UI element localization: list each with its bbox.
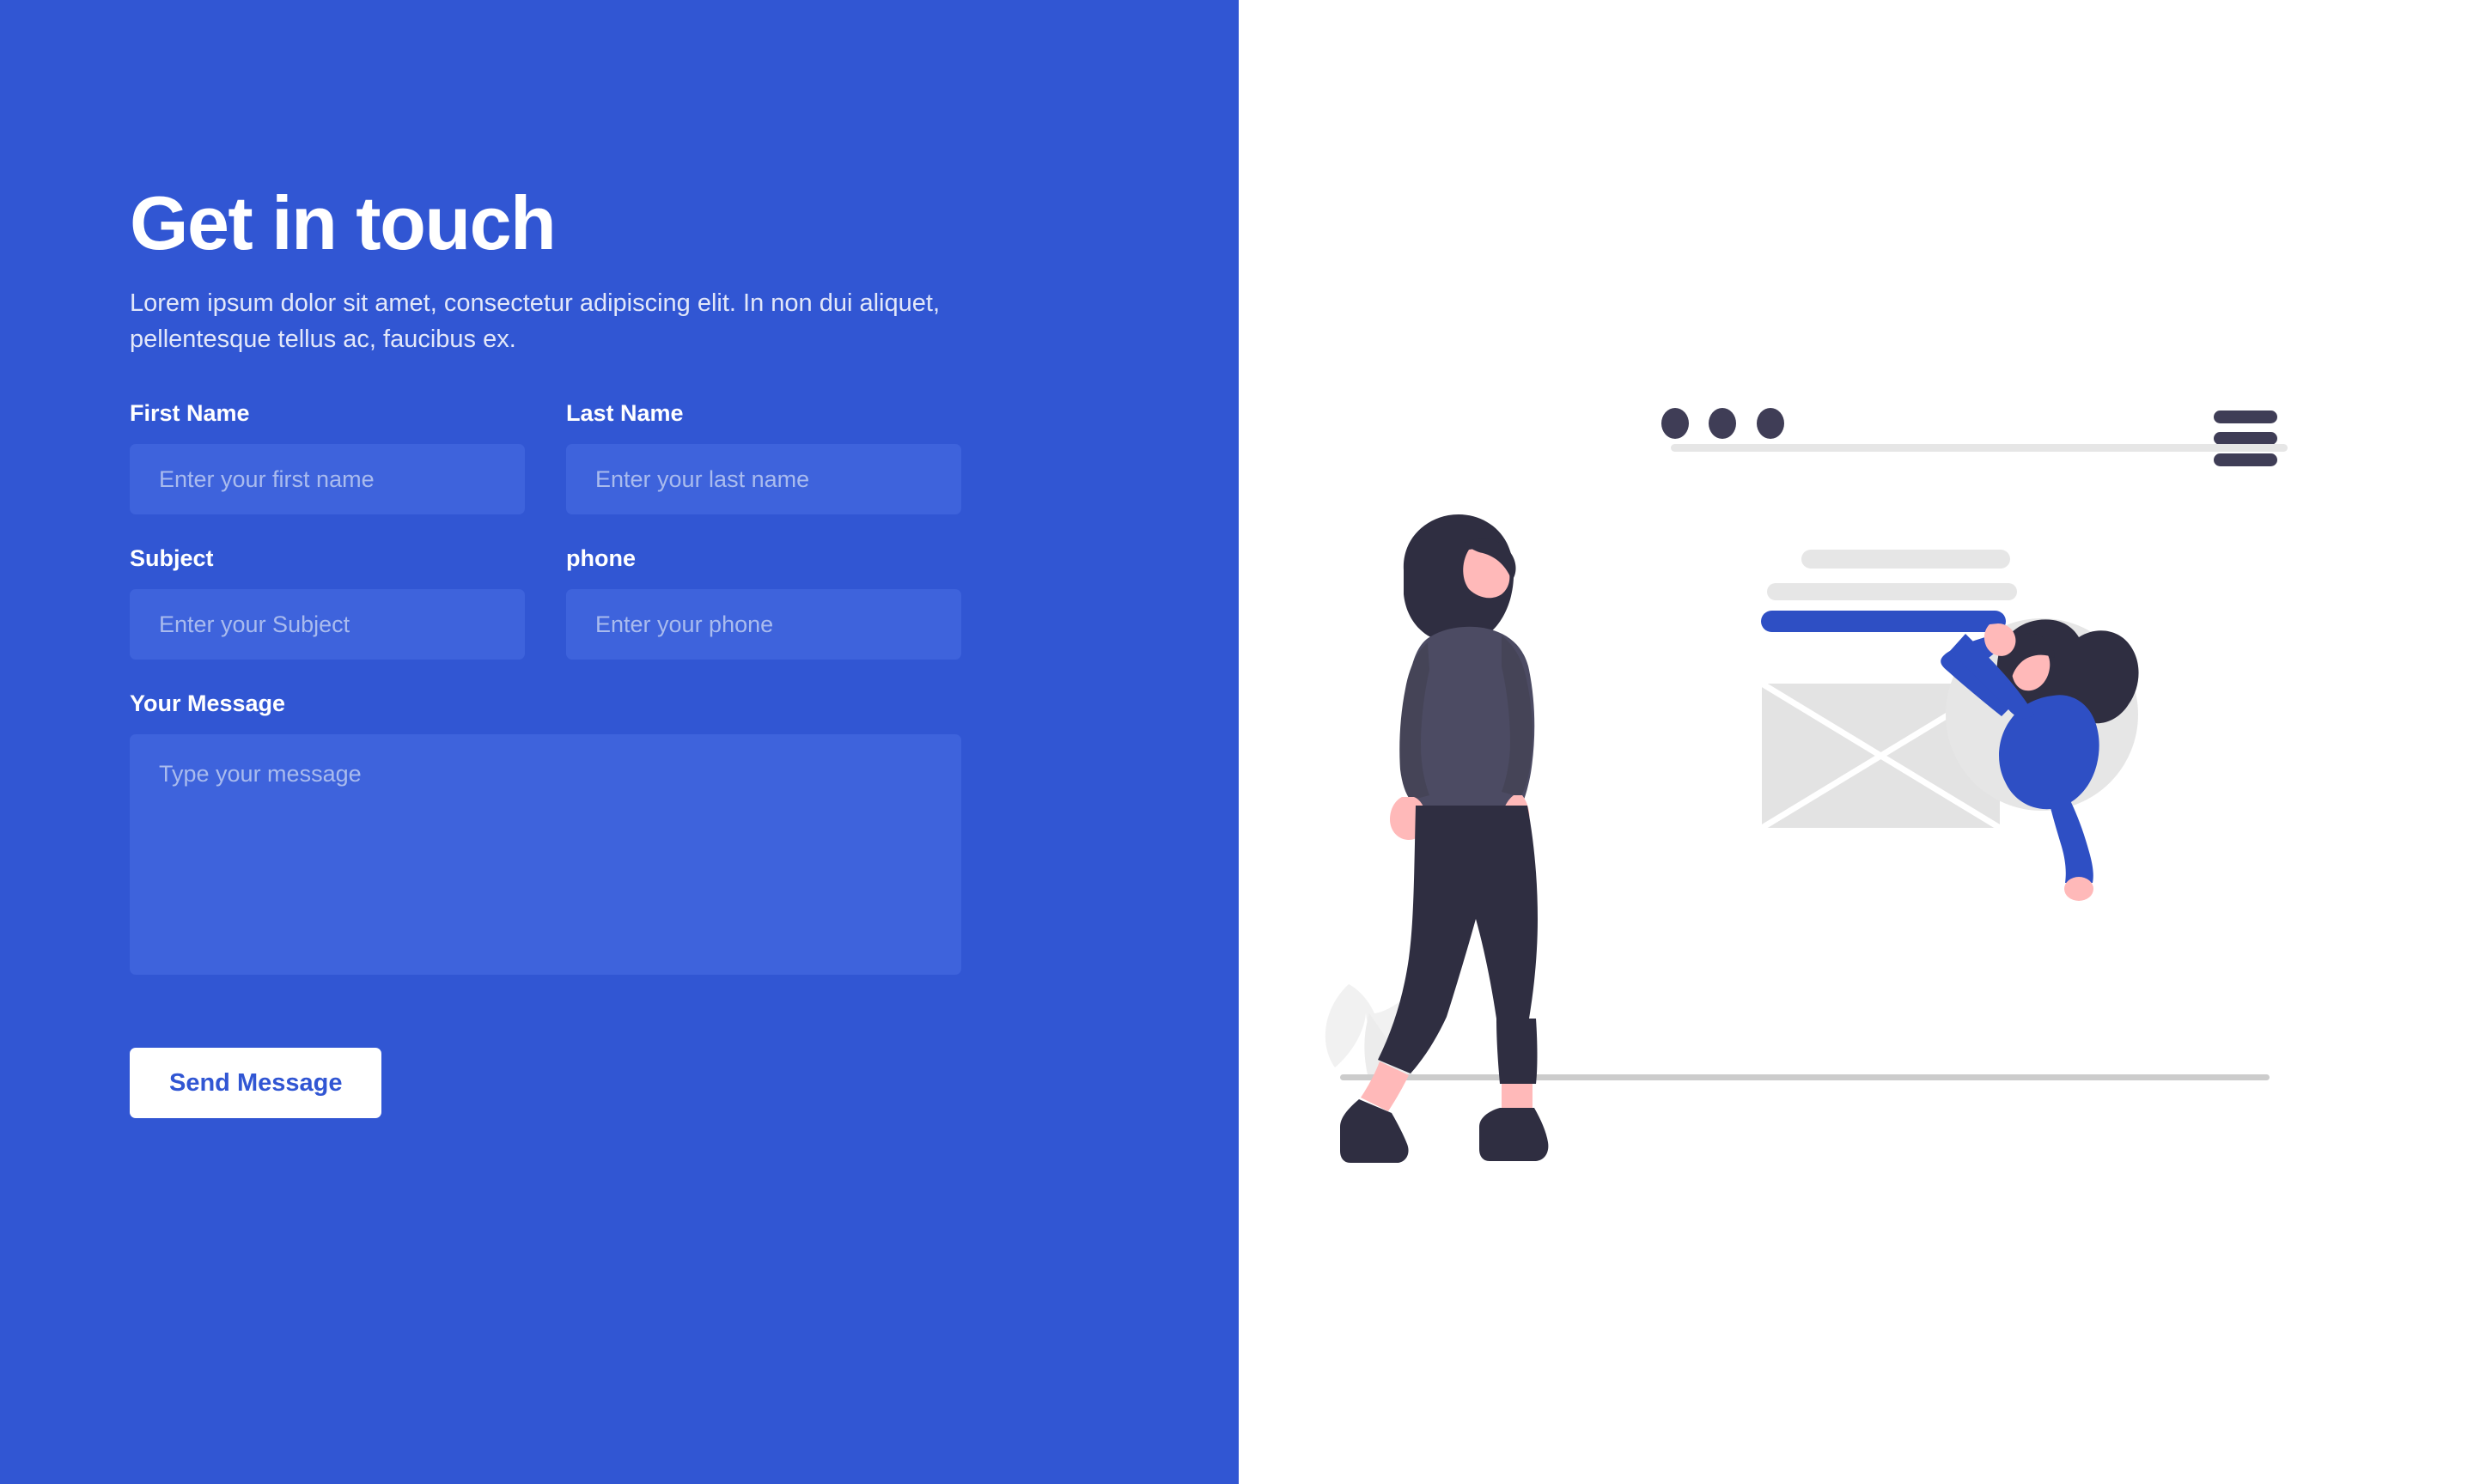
browser-mock-content bbox=[1761, 550, 2017, 632]
ground-line bbox=[1340, 1074, 2270, 1080]
last-name-input[interactable] bbox=[566, 444, 961, 515]
reaching-woman-figure bbox=[1941, 618, 2139, 901]
field-phone: phone bbox=[566, 545, 961, 660]
gray-bar-long bbox=[1767, 583, 2017, 600]
page-title: Get in touch bbox=[130, 180, 557, 265]
field-message: Your Message bbox=[130, 690, 961, 979]
window-dot-1 bbox=[1661, 408, 1689, 439]
walking-woman-boot-front bbox=[1340, 1099, 1409, 1163]
reaching-woman-foot bbox=[2064, 877, 2093, 901]
phone-label: phone bbox=[566, 545, 636, 572]
walking-woman-boot-back bbox=[1479, 1108, 1549, 1161]
gray-bar-short bbox=[1801, 550, 2010, 569]
field-subject: Subject bbox=[130, 545, 525, 660]
page-subtitle: Lorem ipsum dolor sit amet, consectetur … bbox=[130, 289, 940, 354]
field-first-name: First Name bbox=[130, 400, 525, 515]
browser-mock-header bbox=[1661, 408, 2288, 466]
subject-label: Subject bbox=[130, 545, 214, 572]
hamburger-icon[interactable] bbox=[2214, 411, 2277, 466]
send-message-button[interactable]: Send Message bbox=[130, 1048, 382, 1119]
contact-form-panel: Get in touch Lorem ipsum dolor sit amet,… bbox=[0, 0, 1239, 1484]
window-dot-2 bbox=[1709, 408, 1736, 439]
contact-illustration bbox=[1325, 408, 2288, 1163]
first-name-label: First Name bbox=[130, 400, 250, 427]
window-dot-3 bbox=[1757, 408, 1784, 439]
blue-bar bbox=[1761, 611, 2006, 632]
message-label: Your Message bbox=[130, 690, 286, 717]
form-container: Get in touch Lorem ipsum dolor sit amet,… bbox=[130, 180, 989, 1119]
walking-woman-leg-back bbox=[1496, 1019, 1538, 1084]
reaching-woman-leg bbox=[2048, 797, 2093, 883]
first-name-input[interactable] bbox=[130, 444, 525, 515]
last-name-label: Last Name bbox=[566, 400, 684, 427]
phone-input[interactable] bbox=[566, 589, 961, 660]
message-textarea[interactable] bbox=[130, 734, 961, 976]
contact-page: Get in touch Lorem ipsum dolor sit amet,… bbox=[0, 0, 2474, 1484]
browser-header-divider bbox=[1671, 444, 2288, 452]
walking-woman-ankle bbox=[1502, 1084, 1533, 1110]
illustration-panel bbox=[1239, 0, 2474, 1484]
field-last-name: Last Name bbox=[566, 400, 961, 515]
subject-input[interactable] bbox=[130, 589, 525, 660]
form-fields-grid: First Name Last Name Subject phone bbox=[130, 400, 989, 690]
